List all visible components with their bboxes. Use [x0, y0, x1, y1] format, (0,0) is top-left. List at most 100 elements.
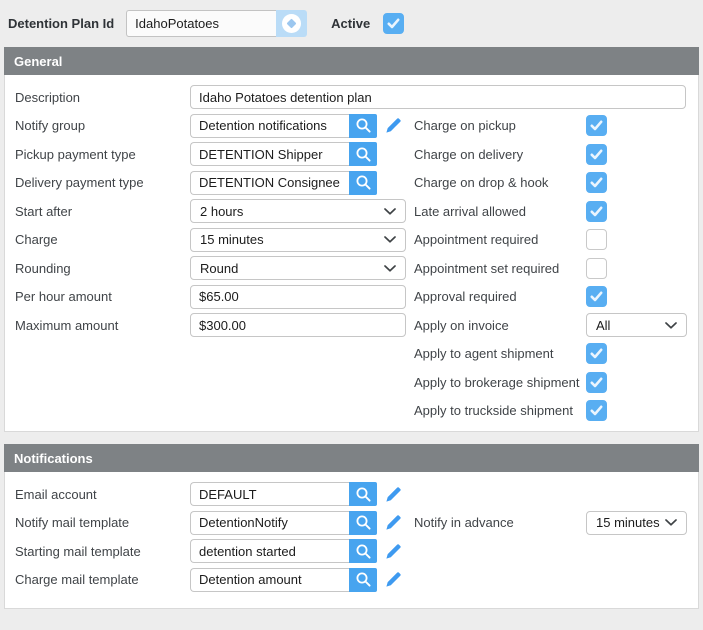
charge-mail-template-input[interactable] [190, 568, 349, 592]
notify-group-edit-button[interactable] [385, 117, 402, 134]
apply-on-invoice-select[interactable]: All [586, 313, 687, 337]
apply-to-truckside-shipment-checkbox[interactable] [586, 400, 607, 421]
delivery-payment-type-search-button[interactable] [349, 171, 377, 195]
description-input[interactable] [190, 85, 686, 109]
general-left-column: Notify group Pickup payment type [15, 112, 406, 340]
delivery-payment-type-input[interactable] [190, 171, 349, 195]
pickup-payment-type-label: Pickup payment type [15, 147, 190, 162]
charge-on-delivery-checkbox[interactable] [586, 144, 607, 165]
notifications-section-title: Notifications [14, 451, 93, 466]
notify-mail-template-input[interactable] [190, 511, 349, 535]
email-account-row: Email account [15, 480, 406, 509]
notify-group-search-button[interactable] [349, 114, 377, 138]
late-arrival-allowed-row: Late arrival allowed [414, 197, 687, 226]
late-arrival-allowed-checkbox[interactable] [586, 201, 607, 222]
charge-on-pickup-label: Charge on pickup [414, 118, 586, 133]
general-section-header: General [4, 47, 699, 75]
notify-in-advance-select[interactable]: 15 minutes [586, 511, 687, 535]
late-arrival-allowed-label: Late arrival allowed [414, 204, 586, 219]
notifications-section-header: Notifications [4, 444, 699, 472]
chevron-down-icon [384, 236, 396, 243]
charge-on-delivery-row: Charge on delivery [414, 140, 687, 169]
plan-id-input[interactable] [126, 10, 276, 37]
approval-required-checkbox[interactable] [586, 286, 607, 307]
rounding-value: Round [200, 261, 238, 276]
rounding-row: Rounding Round [15, 254, 406, 283]
checkmark-icon [590, 348, 603, 359]
search-icon [355, 117, 372, 134]
charge-mail-template-edit-button[interactable] [385, 571, 402, 588]
charge-on-pickup-checkbox[interactable] [586, 115, 607, 136]
starting-mail-template-edit-button[interactable] [385, 543, 402, 560]
pickup-payment-type-lookup [190, 142, 377, 166]
pencil-icon [385, 543, 402, 560]
charge-mail-template-row: Charge mail template [15, 566, 406, 595]
email-account-search-button[interactable] [349, 482, 377, 506]
plan-id-label: Detention Plan Id [8, 16, 114, 31]
general-panel: Description Notify group [4, 75, 699, 432]
start-after-label: Start after [15, 204, 190, 219]
charge-on-drop-hook-row: Charge on drop & hook [414, 169, 687, 198]
search-icon [355, 146, 372, 163]
compass-icon [282, 14, 301, 33]
appointment-set-required-checkbox[interactable] [586, 258, 607, 279]
appointment-required-row: Appointment required [414, 226, 687, 255]
email-account-label: Email account [15, 487, 190, 502]
checkmark-icon [590, 291, 603, 302]
apply-to-agent-shipment-row: Apply to agent shipment [414, 340, 687, 369]
charge-value: 15 minutes [200, 232, 264, 247]
notify-group-input[interactable] [190, 114, 349, 138]
starting-mail-template-label: Starting mail template [15, 544, 190, 559]
notify-in-advance-value: 15 minutes [596, 515, 660, 530]
rounding-select[interactable]: Round [190, 256, 406, 280]
apply-to-brokerage-shipment-row: Apply to brokerage shipment [414, 368, 687, 397]
pencil-icon [385, 514, 402, 531]
charge-on-pickup-row: Charge on pickup [414, 112, 687, 141]
charge-mail-template-search-button[interactable] [349, 568, 377, 592]
starting-mail-template-input[interactable] [190, 539, 349, 563]
delivery-payment-type-label: Delivery payment type [15, 175, 190, 190]
checkmark-icon [590, 377, 603, 388]
maximum-amount-input[interactable] [190, 313, 406, 337]
apply-to-brokerage-shipment-checkbox[interactable] [586, 372, 607, 393]
starting-mail-template-search-button[interactable] [349, 539, 377, 563]
email-account-edit-button[interactable] [385, 486, 402, 503]
start-after-select[interactable]: 2 hours [190, 199, 406, 223]
apply-on-invoice-row: Apply on invoice All [414, 311, 687, 340]
per-hour-amount-input[interactable] [190, 285, 406, 309]
notify-mail-template-row: Notify mail template [15, 509, 406, 538]
plan-id-lookup-button[interactable] [276, 10, 307, 37]
pickup-payment-type-search-button[interactable] [349, 142, 377, 166]
general-right-column: Charge on pickup Charge on delivery Char… [414, 112, 687, 426]
email-account-input[interactable] [190, 482, 349, 506]
checkmark-icon [387, 18, 400, 29]
appointment-set-required-label: Appointment set required [414, 261, 586, 276]
active-checkbox[interactable] [383, 13, 404, 34]
delivery-payment-type-lookup [190, 171, 377, 195]
charge-select[interactable]: 15 minutes [190, 228, 406, 252]
pencil-icon [385, 486, 402, 503]
per-hour-amount-label: Per hour amount [15, 289, 190, 304]
notifications-section: Notifications Email account [4, 444, 699, 609]
apply-to-truckside-shipment-row: Apply to truckside shipment [414, 397, 687, 426]
chevron-down-icon [665, 519, 677, 526]
apply-on-invoice-label: Apply on invoice [414, 318, 586, 333]
apply-to-brokerage-shipment-label: Apply to brokerage shipment [414, 375, 586, 390]
maximum-amount-label: Maximum amount [15, 318, 190, 333]
charge-on-drop-hook-label: Charge on drop & hook [414, 175, 586, 190]
email-account-lookup [190, 482, 377, 506]
charge-on-drop-hook-checkbox[interactable] [586, 172, 607, 193]
apply-to-truckside-shipment-label: Apply to truckside shipment [414, 403, 586, 418]
appointment-required-checkbox[interactable] [586, 229, 607, 250]
notifications-right-column: Notify in advance 15 minutes [414, 509, 687, 538]
notify-mail-template-search-button[interactable] [349, 511, 377, 535]
starting-mail-template-lookup [190, 539, 377, 563]
approval-required-label: Approval required [414, 289, 586, 304]
appointment-required-label: Appointment required [414, 232, 586, 247]
notify-mail-template-edit-button[interactable] [385, 514, 402, 531]
apply-to-agent-shipment-checkbox[interactable] [586, 343, 607, 364]
approval-required-row: Approval required [414, 283, 687, 312]
checkmark-icon [590, 405, 603, 416]
charge-label: Charge [15, 232, 190, 247]
pickup-payment-type-input[interactable] [190, 142, 349, 166]
